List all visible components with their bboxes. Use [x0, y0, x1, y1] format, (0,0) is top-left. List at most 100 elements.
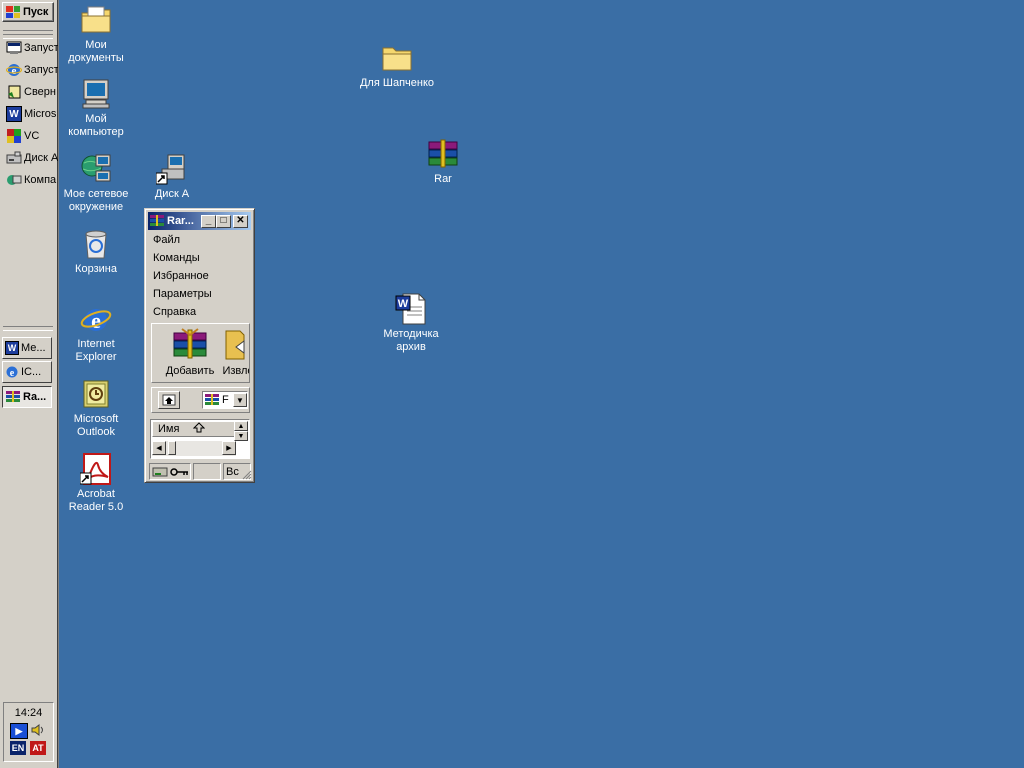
up-folder-button[interactable] — [158, 391, 180, 409]
outlook-icon — [80, 378, 112, 410]
add-button-label: Добавить — [165, 365, 215, 377]
computer-icon — [80, 78, 112, 110]
chevron-down-icon[interactable]: ▼ — [233, 393, 247, 407]
network-icon — [80, 153, 112, 185]
quick-launch-item-minimize-windows[interactable]: Сверн — [6, 82, 58, 102]
desktop-icon-label: Для Шапченко — [359, 77, 434, 89]
task-button-label: IC... — [21, 366, 42, 378]
desktop-icon-folder-shapchenko[interactable]: Для Шапченко — [359, 42, 435, 90]
status-bar: Вс — [149, 463, 252, 480]
media-player-icon[interactable]: ▶ — [10, 723, 28, 739]
winrar-icon — [204, 393, 220, 407]
desktop-icon-metodichka[interactable]: W Методичка архив — [373, 293, 449, 354]
recycle-bin-icon — [80, 228, 112, 260]
status-pane-drive — [149, 463, 191, 480]
desktop-icon-label: Microsoft Outlook — [73, 413, 119, 438]
desktop-icon-outlook[interactable]: Microsoft Outlook — [58, 378, 134, 439]
quick-launch-label: VC — [24, 130, 40, 142]
winrar-window: Rar... _ □ ✕ Файл Команды Избранное Пара… — [144, 208, 255, 483]
quick-launch-item-word[interactable]: W Micros — [6, 104, 58, 124]
volume-icon[interactable] — [30, 723, 46, 737]
desktop-icon-network[interactable]: Мое сетевое окружение — [58, 153, 134, 214]
svg-text:e: e — [10, 368, 15, 379]
scroll-left-button[interactable]: ◀ — [152, 441, 166, 455]
quick-launch-label: Диск А — [24, 152, 58, 164]
desktop-icon-label: Internet Explorer — [75, 338, 117, 363]
scroll-down-button[interactable]: ▼ — [234, 431, 248, 441]
file-list[interactable]: Имя ▲ ▼ ◀ ▶ — [150, 419, 250, 459]
desktop-icon-my-documents[interactable]: Мои документы — [58, 4, 134, 65]
menu-item-file[interactable]: Файл — [153, 231, 212, 249]
scroll-up-button[interactable]: ▲ — [234, 421, 248, 431]
task-button-label: Ме... — [21, 342, 46, 354]
task-button-winrar[interactable]: Ra... — [2, 386, 52, 408]
winrar-icon — [149, 214, 165, 228]
minimize-button[interactable]: _ — [201, 214, 216, 228]
status-text: Вс — [226, 465, 239, 478]
column-header-name[interactable]: Имя — [152, 421, 236, 437]
language-indicator[interactable]: EN — [10, 741, 26, 755]
desktop-icon-rar[interactable]: Rar — [405, 138, 481, 186]
close-button[interactable]: ✕ — [233, 214, 248, 228]
computer-icon — [6, 172, 22, 188]
toolbar: Добавить Извле — [151, 323, 250, 383]
task-button-word[interactable]: W Ме... — [2, 337, 52, 359]
menu-item-help[interactable]: Справка — [153, 303, 212, 321]
minimize-windows-icon — [6, 84, 22, 100]
menu-item-commands[interactable]: Команды — [153, 249, 212, 267]
menu-bar: Файл Команды Избранное Параметры Справка — [153, 231, 212, 321]
word-icon: W — [6, 106, 22, 122]
clock[interactable]: 14:24 — [4, 707, 53, 719]
quick-launch-item-internet-explorer[interactable]: e Запуст — [6, 60, 58, 80]
horizontal-scrollbar[interactable]: ◀ ▶ — [152, 441, 236, 456]
task-button-label: Ra... — [23, 391, 47, 403]
word-document-icon: W — [395, 293, 427, 325]
resize-grip-icon[interactable] — [242, 470, 252, 480]
title-bar[interactable]: Rar... _ □ ✕ — [148, 212, 251, 230]
internet-explorer-icon: e — [5, 365, 19, 379]
vertical-scrollbar[interactable]: ▲ ▼ — [234, 421, 248, 441]
extract-icon — [224, 327, 249, 361]
scroll-right-button[interactable]: ▶ — [222, 441, 236, 455]
word-icon: W — [5, 341, 19, 355]
desktop-icon-label: Мой компьютер — [68, 113, 124, 138]
desktop-icon-label: Методичка архив — [383, 328, 439, 353]
desktop-icon-disk-a[interactable]: Диск А — [134, 153, 210, 201]
floppy-icon — [6, 150, 22, 166]
ati-icon[interactable]: AT — [30, 741, 46, 755]
desktop-icon-recycle-bin[interactable]: Корзина — [58, 228, 134, 276]
maximize-button[interactable]: □ — [216, 214, 231, 228]
add-archive-icon — [168, 327, 212, 361]
add-button[interactable]: Добавить — [162, 327, 218, 377]
menu-item-options[interactable]: Параметры — [153, 285, 212, 303]
acrobat-icon — [79, 453, 112, 485]
quick-launch-item-computer[interactable]: Компа — [6, 170, 58, 190]
extract-button-label: Извле — [222, 365, 249, 377]
quick-launch-item-show-desktop[interactable]: Запуст — [6, 38, 58, 58]
quick-launch-label: Micros — [24, 108, 57, 120]
internet-explorer-icon: e — [80, 303, 112, 335]
window-title: Rar... — [167, 215, 194, 227]
svg-text:W: W — [398, 298, 409, 310]
drive-select[interactable]: F ▼ — [202, 391, 248, 409]
task-button-internet-explorer[interactable]: e IC... — [2, 361, 52, 383]
sort-arrow-icon — [193, 422, 206, 436]
quick-launch-label: Запуст — [24, 42, 58, 54]
drive-key-icon — [152, 467, 188, 476]
quick-launch-label: Запуст — [24, 64, 58, 76]
quick-launch-item-disk-a[interactable]: Диск А — [6, 148, 58, 168]
desktop-icon-label: Диск А — [154, 188, 190, 200]
quick-launch-label: Сверн — [24, 86, 56, 98]
scroll-thumb[interactable] — [168, 441, 176, 455]
internet-explorer-icon: e — [6, 62, 22, 78]
vc-icon — [6, 128, 22, 144]
floppy-shortcut-icon — [155, 153, 188, 185]
desktop-icon-my-computer[interactable]: Мой компьютер — [58, 78, 134, 139]
start-button[interactable]: Пуск — [2, 2, 54, 22]
extract-button[interactable]: Извле — [218, 327, 249, 377]
desktop-icon-internet-explorer[interactable]: e Internet Explorer — [58, 303, 134, 364]
menu-item-favorites[interactable]: Избранное — [153, 267, 212, 285]
quick-launch-item-vc[interactable]: VC — [6, 126, 58, 146]
desktop-icon-label: Корзина — [75, 263, 117, 275]
desktop-icon-acrobat[interactable]: Acrobat Reader 5.0 — [58, 453, 134, 514]
